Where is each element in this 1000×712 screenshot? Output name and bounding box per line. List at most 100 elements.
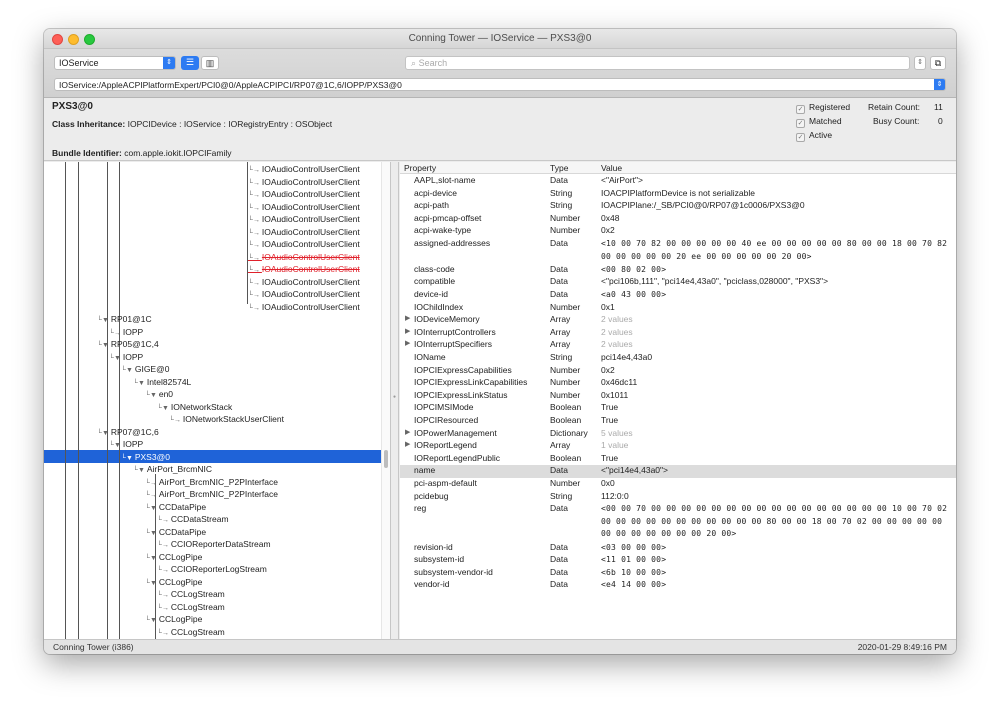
property-row[interactable]: device-id Data <a0 43 00 00>: [400, 289, 956, 302]
property-row[interactable]: assigned-addresses Data <10 00 70 82 00 00…: [400, 238, 956, 264]
tree-node[interactable]: └→ IOAudioControlUserClient: [248, 251, 360, 264]
property-row[interactable]: AAPL,slot-name Data <"AirPort">: [400, 175, 956, 188]
tree-node[interactable]: └→ IOAudioControlUserClient: [248, 288, 360, 301]
disclosure-triangle-icon[interactable]: └▼: [133, 467, 147, 474]
property-row[interactable]: IOPCIExpressLinkCapabilities Number 0x46dc…: [400, 377, 956, 390]
property-column-header[interactable]: Property: [404, 163, 436, 173]
disclosure-triangle-icon[interactable]: └▼: [109, 442, 123, 449]
property-row[interactable]: IOChildIndex Number 0x1: [400, 302, 956, 315]
disclosure-triangle-icon[interactable]: └▼: [121, 367, 135, 374]
tree-node[interactable]: └→ IOAudioControlUserClient: [248, 213, 360, 226]
property-row[interactable]: acpi-wake-type Number 0x2: [400, 225, 956, 238]
property-row[interactable]: ▶ IOInterruptSpecifiers Array 2 values: [400, 339, 956, 352]
disclosure-triangle-icon[interactable]: └▼: [121, 455, 135, 462]
tree-node[interactable]: └▼ Intel82574L: [133, 376, 191, 389]
tree-node[interactable]: └→ IOAudioControlUserClient: [248, 163, 360, 176]
tree-node[interactable]: └→ IOAudioControlUserClient: [248, 226, 360, 239]
tree-node[interactable]: └→ IOAudioControlUserClient: [248, 301, 360, 314]
disclosure-triangle-icon[interactable]: └▼: [157, 405, 171, 412]
tree-node[interactable]: └▼ CCLogPipe: [145, 551, 202, 564]
tree-node[interactable]: └→ CCLogStream: [157, 588, 225, 601]
property-row[interactable]: ▶ IOReportLegend Array 1 value: [400, 440, 956, 453]
tree-node[interactable]: └▼ AirPort_BrcmNIC: [133, 463, 212, 476]
tree-node[interactable]: └→ IONetworkStackUserClient: [169, 413, 284, 426]
tree-node[interactable]: └→ IOAudioControlUserClient: [248, 276, 360, 289]
tree-node[interactable]: └→ CCIOReporterDataStream: [157, 538, 271, 551]
tree-node[interactable]: └▼ IONetworkStack: [157, 401, 232, 414]
tree-node[interactable]: └▼ CCDataPipe: [145, 501, 206, 514]
property-row[interactable]: IOPCIMSIMode Boolean True: [400, 402, 956, 415]
property-row[interactable]: ▶ IOPowerManagement Dictionary 5 values: [400, 428, 956, 441]
property-table[interactable]: Property Type Value AAPL,slot-name Data <"…: [400, 162, 956, 639]
tree-node[interactable]: └→ CCLogStream: [157, 626, 225, 639]
property-row[interactable]: subsystem-vendor-id Data <6b 10 00 00>: [400, 567, 956, 580]
property-row[interactable]: class-code Data <00 80 02 00>: [400, 264, 956, 277]
property-row[interactable]: pci-aspm-default Number 0x0: [400, 478, 956, 491]
disclosure-triangle-icon[interactable]: └▼: [145, 505, 159, 512]
property-row[interactable]: ▶ IODeviceMemory Array 2 values: [400, 314, 956, 327]
disclosure-triangle-icon[interactable]: └▼: [109, 355, 123, 362]
tree-node[interactable]: └→ IOAudioControlUserClient: [248, 201, 360, 214]
disclosure-triangle-icon[interactable]: ▶: [405, 339, 410, 347]
tree-scrollbar[interactable]: [381, 162, 390, 639]
property-row[interactable]: acpi-path String IOACPIPlane:/_SB/PCI0@0/R…: [400, 200, 956, 213]
tree-node[interactable]: └→ AirPort_BrcmNIC_P2PInterface: [145, 476, 278, 489]
list-view-button[interactable]: ☰: [181, 56, 199, 70]
property-row[interactable]: pcidebug String 112:0:0: [400, 491, 956, 504]
tree-node[interactable]: └▼ GIGE@0: [121, 363, 169, 376]
property-row[interactable]: vendor-id Data <e4 14 00 00>: [400, 579, 956, 592]
search-stepper[interactable]: ⇕: [914, 56, 926, 70]
disclosure-triangle-icon[interactable]: └▼: [97, 342, 111, 349]
tree-node[interactable]: └→ IOPP: [109, 326, 143, 339]
tree-node[interactable]: └→ IOAudioControlUserClient: [248, 263, 360, 276]
disclosure-triangle-icon[interactable]: └▼: [97, 317, 111, 324]
disclosure-triangle-icon[interactable]: └▼: [133, 380, 147, 387]
tree-node[interactable]: └▼ CCLogPipe: [145, 576, 202, 589]
disclosure-triangle-icon[interactable]: ▶: [405, 440, 410, 448]
disclosure-triangle-icon[interactable]: └▼: [145, 392, 159, 399]
tree-node[interactable]: └▼ PXS3@0: [121, 451, 170, 464]
property-row[interactable]: ▶ IOInterruptControllers Array 2 values: [400, 327, 956, 340]
search-input[interactable]: ⌕ Search: [405, 56, 910, 70]
tree-node[interactable]: └→ CCLogStream: [157, 601, 225, 614]
registry-tree[interactable]: └→ IOAudioControlUserClient └→ IOAudioCon…: [44, 162, 391, 639]
tree-node[interactable]: └→ AirPort_BrcmNIC_P2PInterface: [145, 488, 278, 501]
property-row[interactable]: name Data <"pci14e4,43a0">: [400, 465, 956, 478]
property-row[interactable]: IOReportLegendPublic Boolean True: [400, 453, 956, 466]
column-view-button[interactable]: ▥: [201, 56, 219, 70]
path-select[interactable]: IOService:/AppleACPIPlatformExpert/PCI0@…: [54, 78, 946, 91]
property-row[interactable]: subsystem-id Data <11 01 00 00>: [400, 554, 956, 567]
tree-node[interactable]: └▼ IOPP: [109, 438, 143, 451]
tree-scroll-thumb[interactable]: [384, 450, 388, 468]
tree-node[interactable]: └▼ en0: [145, 388, 173, 401]
tree-node[interactable]: └▼ RP01@1C: [97, 313, 152, 326]
tree-node[interactable]: └▼ RP07@1C,6: [97, 426, 159, 439]
property-row[interactable]: revision-id Data <03 00 00 00>: [400, 542, 956, 555]
tree-node[interactable]: └▼ CCDataPipe: [145, 526, 206, 539]
property-row[interactable]: reg Data <00 00 70 00 00 00 00 00 00 00 00…: [400, 503, 956, 541]
tree-node[interactable]: └▼ IOPP: [109, 351, 143, 364]
disclosure-triangle-icon[interactable]: └▼: [145, 617, 159, 624]
disclosure-triangle-icon[interactable]: ▶: [405, 327, 410, 335]
tree-node[interactable]: └→ CCDataStream: [157, 513, 229, 526]
disclosure-triangle-icon[interactable]: └▼: [97, 430, 111, 437]
plane-select[interactable]: IOService ⇕: [54, 56, 176, 70]
disclosure-triangle-icon[interactable]: └▼: [145, 580, 159, 587]
property-row[interactable]: compatible Data <"pci106b,111", "pci14e4,4…: [400, 276, 956, 289]
property-row[interactable]: IOName String pci14e4,43a0: [400, 352, 956, 365]
property-row[interactable]: IOPCIResourced Boolean True: [400, 415, 956, 428]
tree-node[interactable]: └▼ CCLogPipe: [145, 613, 202, 626]
type-column-header[interactable]: Type: [550, 163, 568, 173]
disclosure-triangle-icon[interactable]: └▼: [145, 555, 159, 562]
tree-node[interactable]: └→ IOAudioControlUserClient: [248, 188, 360, 201]
tree-node[interactable]: └→ IOAudioControlUserClient: [248, 176, 360, 189]
disclosure-triangle-icon[interactable]: └▼: [145, 530, 159, 537]
value-column-header[interactable]: Value: [601, 163, 622, 173]
tree-node[interactable]: └▼ RP05@1C,4: [97, 338, 159, 351]
tree-node[interactable]: └→ CCIOReporterLogStream: [157, 563, 267, 576]
property-row[interactable]: IOPCIExpressCapabilities Number 0x2: [400, 365, 956, 378]
tree-node[interactable]: └→ IOAudioControlUserClient: [248, 238, 360, 251]
property-row[interactable]: acpi-pmcap-offset Number 0x48: [400, 213, 956, 226]
property-row[interactable]: IOPCIExpressLinkStatus Number 0x1011: [400, 390, 956, 403]
disclosure-triangle-icon[interactable]: ▶: [405, 314, 410, 322]
